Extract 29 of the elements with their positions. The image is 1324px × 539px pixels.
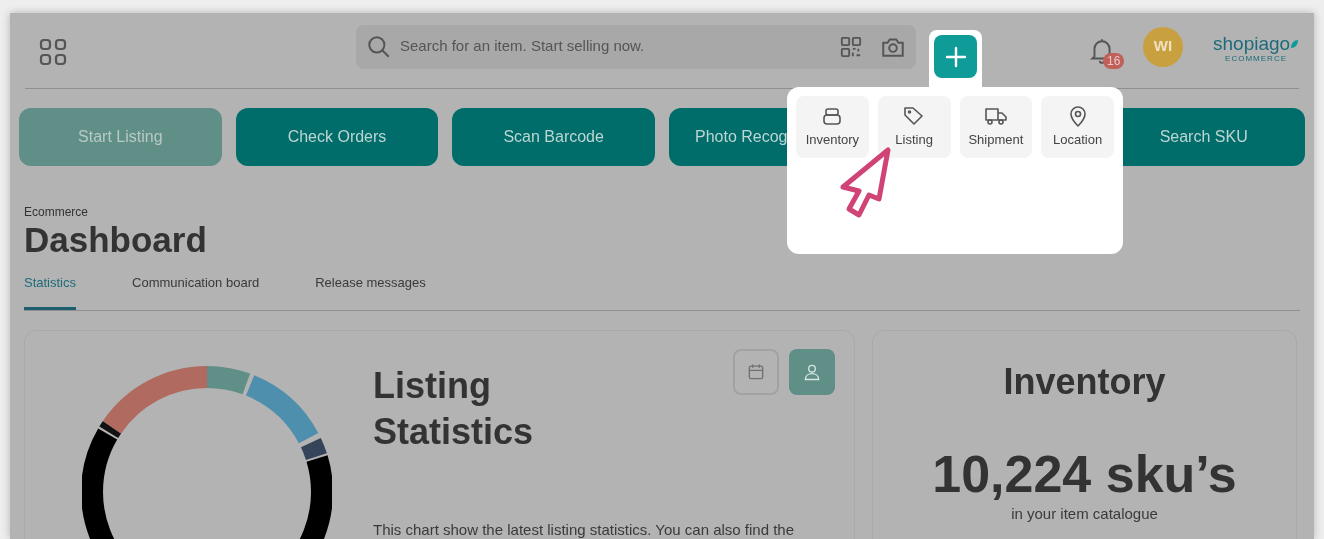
qr-code-icon[interactable] (840, 35, 862, 58)
quick-action-button[interactable]: Check Orders (235, 108, 439, 166)
menu-tile[interactable]: Inventory (796, 96, 869, 158)
notification-badge: 16 (1103, 52, 1125, 69)
card-description: This chart show the latest listing statistics. You can also find the (373, 519, 796, 539)
tab[interactable]: Statistics (24, 273, 76, 310)
card-title: Inventory (1003, 360, 1166, 403)
menu-tile[interactable]: Listing (877, 96, 951, 158)
add-button[interactable] (934, 35, 977, 78)
tab[interactable]: Release messages (315, 273, 426, 310)
sku-count: 10,224 sku’s (932, 444, 1237, 503)
quick-action-button[interactable]: Scan Barcode (452, 108, 655, 166)
menu-tile[interactable]: Location (1041, 96, 1114, 158)
view-toggle-button[interactable] (733, 348, 779, 395)
page-title: Dashboard (24, 220, 208, 260)
grid-menu-icon[interactable] (39, 37, 67, 66)
logo-wordmark: shopiago (1213, 33, 1291, 54)
view-toggle-button[interactable] (789, 348, 835, 395)
breadcrumb: Ecommerce (24, 205, 89, 219)
card-title: Listing Statistics (373, 363, 535, 454)
logo-tagline: ECOMMERCE (1225, 53, 1287, 64)
plus-icon (944, 45, 967, 68)
search-input[interactable]: Search for an item. Start selling now. (400, 35, 840, 58)
search-icon (366, 33, 392, 60)
tab[interactable]: Communication board (132, 273, 260, 310)
count-caption: in your item catalogue (1011, 503, 1158, 524)
menu-tile[interactable]: Shipment (959, 96, 1033, 158)
leaf-icon (1290, 38, 1300, 49)
search-field[interactable]: Search for an item. Start selling now. (356, 24, 916, 69)
